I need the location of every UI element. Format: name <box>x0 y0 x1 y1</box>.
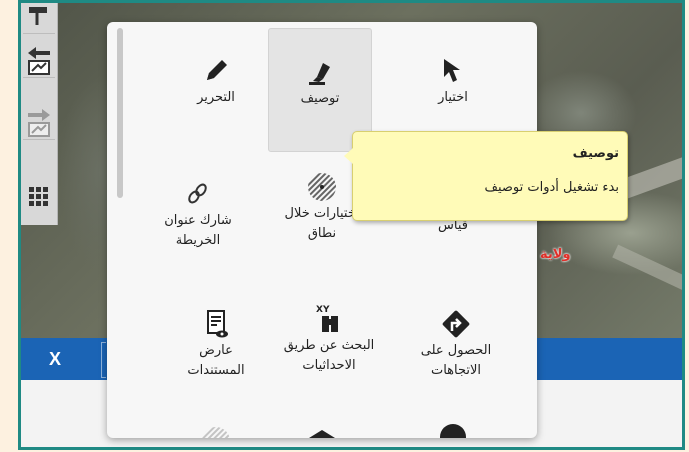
document-viewer-icon <box>207 310 228 338</box>
tool-get-directions[interactable]: الحصول على الاتجاهات <box>401 307 511 381</box>
previous-extent-icon <box>28 47 50 75</box>
map-place-label: ولاية <box>540 247 571 262</box>
pan-arrow-icon <box>29 7 47 25</box>
tools-menu-scrollbar[interactable] <box>115 26 125 436</box>
link-icon <box>188 183 207 204</box>
tool-tooltip: توصيف بدء تشغيل أدوات توصيف <box>344 131 628 221</box>
tool-label: اختيار <box>438 90 468 105</box>
radius-select-icon <box>308 173 336 201</box>
map-left-toolbar <box>21 3 58 225</box>
grid-icon <box>29 187 48 206</box>
scrollbar-thumb[interactable] <box>117 28 123 198</box>
tool-partial[interactable] <box>164 424 268 438</box>
svg-text:XY: XY <box>316 305 330 315</box>
close-button[interactable]: X <box>21 338 101 380</box>
marker-icon <box>309 63 330 85</box>
tool-label: الحصول على الاتجاهات <box>420 343 492 378</box>
tool-partial[interactable] <box>270 426 374 438</box>
next-extent-button[interactable] <box>23 105 55 140</box>
tool-label: عارض المستندات <box>187 343 245 378</box>
previous-extent-button[interactable] <box>23 43 55 78</box>
tooltip-arrow <box>344 148 353 164</box>
bottom-bar-tab[interactable] <box>101 342 106 378</box>
globe-icon <box>440 424 466 438</box>
tool-xy-coordinate-search[interactable]: XY البحث عن طريق الاحداثيات <box>270 302 388 376</box>
apps-grid-button[interactable] <box>23 179 55 213</box>
layers-icon <box>309 430 335 438</box>
tool-document-viewer[interactable]: عارض المستندات <box>164 307 268 381</box>
pan-tool-button[interactable] <box>23 3 55 34</box>
tool-label: التحرير <box>197 90 235 105</box>
xy-binoculars-icon: XY <box>316 305 338 332</box>
map-road <box>612 244 682 296</box>
tool-label: شارك عنوان الخريطة <box>164 213 232 248</box>
tool-label: توصيف <box>300 91 340 106</box>
tooltip-body: بدء تشغيل أدوات توصيف <box>484 180 620 195</box>
pencil-icon <box>207 60 227 80</box>
directions-icon <box>442 310 470 338</box>
tool-edit[interactable]: التحرير <box>164 54 268 108</box>
tool-label: البحث عن طريق الاحداثيات <box>283 338 375 373</box>
tool-share-map-link[interactable]: شارك عنوان الخريطة <box>143 177 253 251</box>
tooltip-title: توصيف <box>572 146 619 161</box>
next-extent-icon <box>28 109 50 137</box>
hatch-icon <box>202 427 230 438</box>
ruler-icon <box>411 196 471 210</box>
tool-select[interactable]: اختيار <box>401 54 505 108</box>
tool-partial[interactable] <box>401 420 505 438</box>
cursor-arrow-icon <box>444 59 460 82</box>
